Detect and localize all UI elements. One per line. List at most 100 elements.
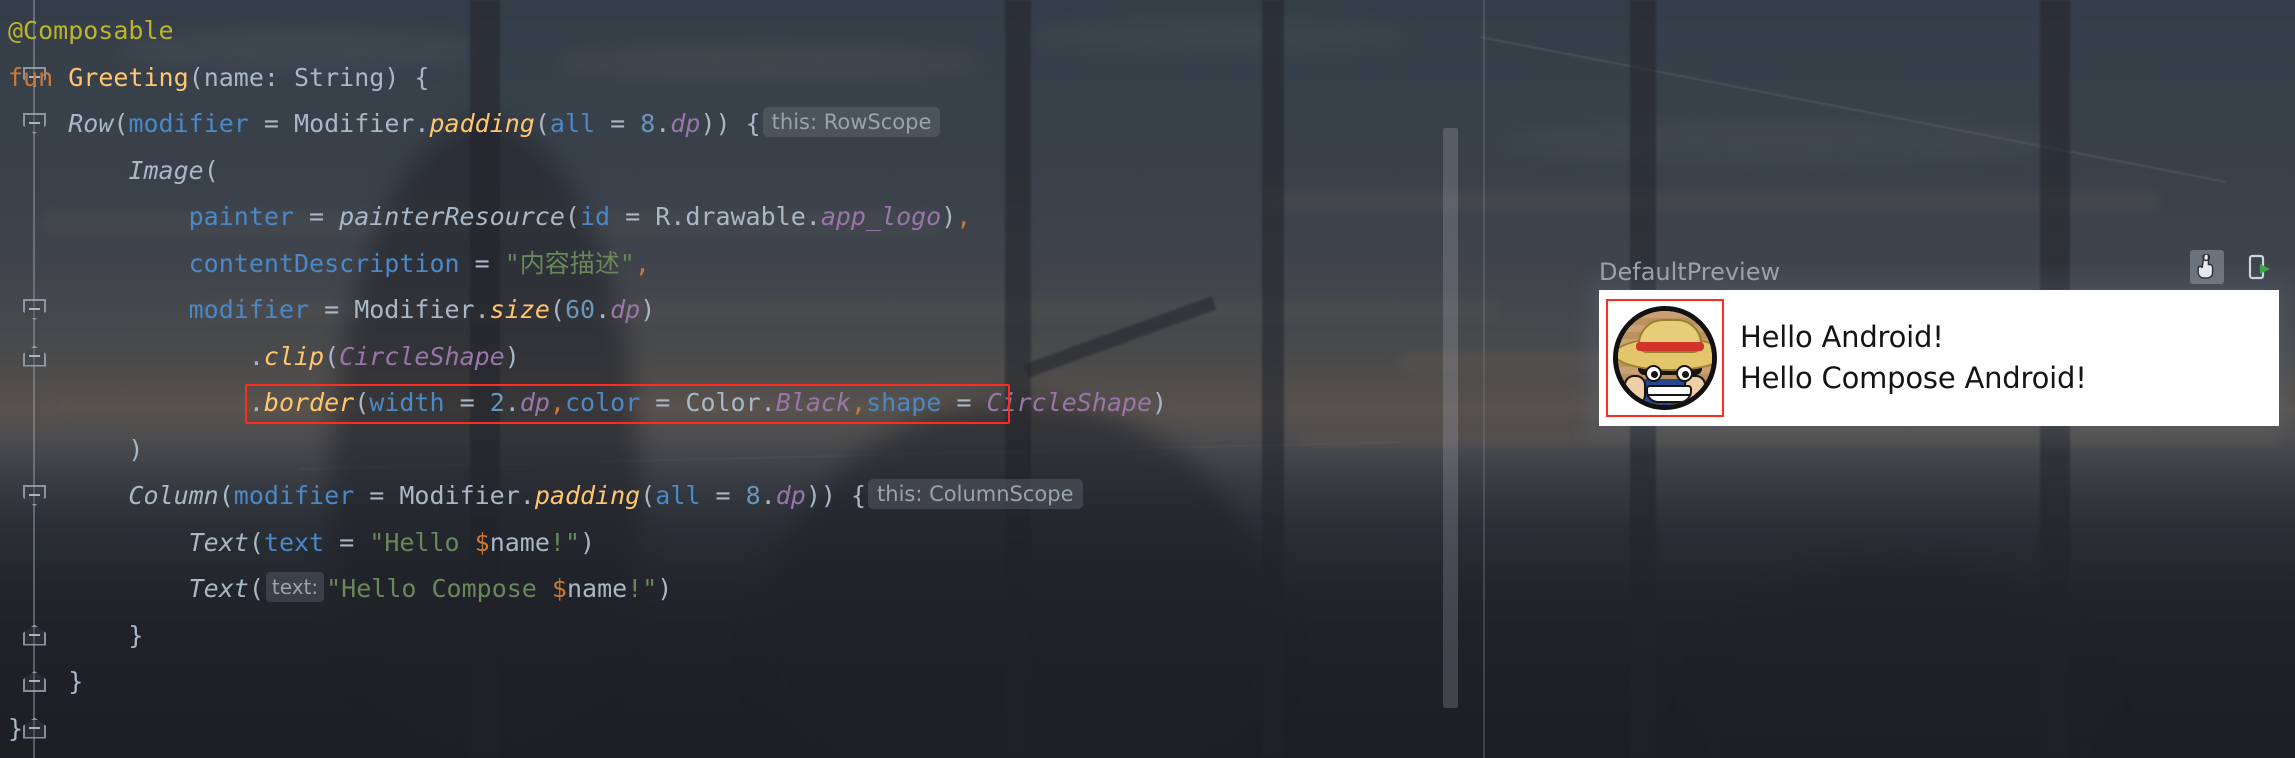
code-token: } xyxy=(68,667,84,696)
code-token: size xyxy=(489,295,550,324)
code-token: , xyxy=(634,248,650,278)
code-line[interactable]: fun Greeting(name: String) { xyxy=(0,55,1167,102)
code-token: name xyxy=(489,527,550,557)
code-token: Column xyxy=(128,481,219,510)
code-token: ( xyxy=(549,295,565,324)
code-line[interactable]: } xyxy=(0,659,1167,706)
code-token: . xyxy=(504,388,520,417)
code-token: width xyxy=(369,388,445,417)
code-line[interactable]: modifier = Modifier.size(60.dp) xyxy=(0,287,1167,334)
code-line[interactable]: .border(width = 2.dp,color = Color.Black… xyxy=(0,380,1167,427)
code-token: . xyxy=(248,388,264,417)
code-editor[interactable]: @Composable fun Greeting(name: String) { … xyxy=(0,0,1483,758)
code-line[interactable]: contentDescription = "内容描述", xyxy=(0,241,1167,288)
inlay-hint: this: RowScope xyxy=(762,107,941,137)
code-token: . xyxy=(248,341,264,371)
code-token: ( xyxy=(354,388,370,417)
code-token: = xyxy=(324,527,370,557)
preview-image-highlight-box xyxy=(1606,299,1724,417)
code-token: ( xyxy=(534,109,550,138)
preview-title: DefaultPreview xyxy=(1599,258,1781,286)
preview-header: DefaultPreview xyxy=(1599,258,1780,286)
code-line[interactable]: painter = painterResource(id = R.drawabl… xyxy=(0,194,1167,241)
code-token: Text xyxy=(188,574,249,603)
preview-toolbar xyxy=(2190,250,2276,284)
code-token: dp xyxy=(610,295,641,324)
code-token: @Composable xyxy=(8,16,174,45)
code-token: ( xyxy=(564,202,580,231)
code-token: $ xyxy=(474,527,490,557)
code-token: painterResource xyxy=(339,202,565,231)
code-token: !" xyxy=(549,527,581,557)
code-token: 2 xyxy=(489,388,505,417)
code-token: ( xyxy=(248,527,264,557)
code-token: , xyxy=(549,388,565,417)
code-token: ) xyxy=(580,527,596,557)
code-token: text xyxy=(263,527,325,557)
code-token: contentDescription xyxy=(188,248,460,278)
code-token: Row xyxy=(68,109,114,138)
code-token: painter xyxy=(188,202,294,231)
code-token: 8 xyxy=(745,481,761,510)
code-token: = Modifier. xyxy=(248,109,430,138)
code-token: Text xyxy=(188,527,249,557)
code-token: Greeting xyxy=(68,62,189,92)
code-token: = xyxy=(595,109,641,138)
code-token: "Hello xyxy=(369,527,475,557)
code-line[interactable]: Column(modifier = Modifier.padding(all =… xyxy=(0,473,1167,520)
code-line[interactable]: Row(modifier = Modifier.padding(all = 8.… xyxy=(0,101,1167,148)
code-token: Black xyxy=(775,388,851,417)
code-token: modifier xyxy=(233,481,355,510)
code-token: . xyxy=(655,109,671,138)
code-line[interactable]: Text(text: "Hello Compose $name!") xyxy=(0,566,1167,613)
code-token: = xyxy=(700,481,746,510)
code-token: border xyxy=(263,388,355,417)
code-line[interactable]: ) xyxy=(0,427,1167,474)
code-token: . xyxy=(760,481,776,510)
editor-scrollbar[interactable] xyxy=(1439,0,1461,758)
code-token: = Modifier. xyxy=(309,295,490,324)
code-token: } xyxy=(8,713,24,743)
code-token: )) { xyxy=(805,481,867,510)
code-token: all xyxy=(655,481,701,510)
code-token: ( xyxy=(203,155,219,185)
editor-scrollbar-thumb[interactable] xyxy=(1443,128,1458,708)
interactive-preview-icon[interactable] xyxy=(2190,250,2224,284)
code-token: "内容描述" xyxy=(504,248,635,278)
code-token: padding xyxy=(534,481,641,510)
code-token: ) xyxy=(1152,388,1168,417)
compose-preview-card[interactable]: Hello Android! Hello Compose Android! xyxy=(1599,290,2279,426)
preview-text-line-2: Hello Compose Android! xyxy=(1740,361,2087,395)
code-token: } xyxy=(128,620,144,650)
code-token: !" xyxy=(627,574,658,603)
code-token: modifier xyxy=(188,295,310,324)
code-line[interactable]: Text(text = "Hello $name!") xyxy=(0,520,1167,567)
code-token: = Modifier. xyxy=(354,481,535,510)
inlay-hint: this: ColumnScope xyxy=(868,479,1083,509)
code-line[interactable]: @Composable xyxy=(0,8,1167,55)
compose-preview-pane: DefaultPreview Hello Android! Hello Comp… xyxy=(1485,0,2295,758)
code-token: 8 xyxy=(640,109,656,138)
code-token: dp xyxy=(670,109,701,138)
code-token: = xyxy=(941,388,987,417)
code-token: ( xyxy=(113,109,129,138)
code-line[interactable]: } xyxy=(0,613,1167,660)
code-token: ) xyxy=(941,202,957,231)
code-token: = xyxy=(293,202,340,231)
code-token: modifier xyxy=(128,109,249,138)
code-token: ( xyxy=(324,341,340,371)
app-logo-avatar xyxy=(1613,306,1717,410)
run-preview-on-device-icon[interactable] xyxy=(2242,250,2276,284)
code-token: app_logo xyxy=(820,202,942,231)
code-token: )) { xyxy=(700,109,761,138)
parameter-name-hint: text: xyxy=(265,572,325,602)
code-text[interactable]: @Composable fun Greeting(name: String) { … xyxy=(0,8,1167,752)
code-token: fun xyxy=(8,62,69,92)
code-line[interactable]: Image( xyxy=(0,148,1167,195)
code-token: (name: String) { xyxy=(188,62,430,92)
preview-text-line-1: Hello Android! xyxy=(1740,320,1944,354)
preview-text-column: Hello Android! Hello Compose Android! xyxy=(1740,317,2087,399)
ide-window: @Composable fun Greeting(name: String) { … xyxy=(0,0,2295,758)
code-line[interactable]: } xyxy=(0,706,1167,753)
code-line[interactable]: .clip(CircleShape) xyxy=(0,334,1167,381)
